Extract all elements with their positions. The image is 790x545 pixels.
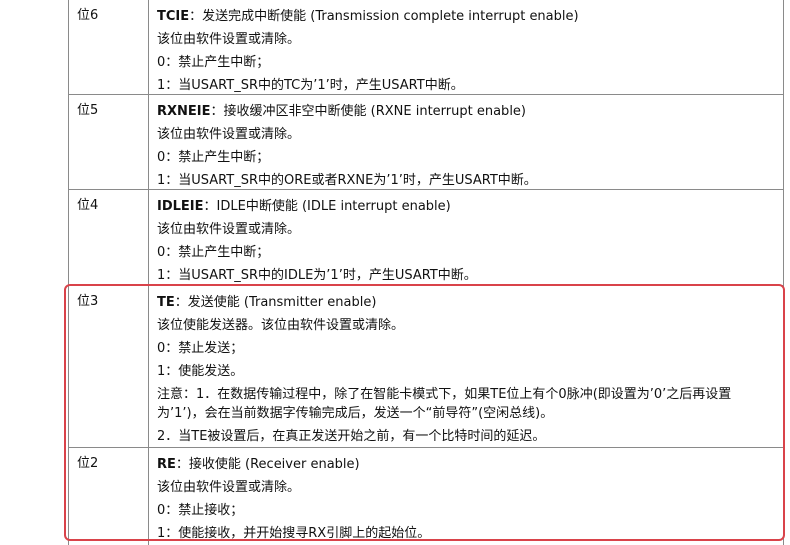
desc-line: 0：禁止产生中断；	[157, 150, 270, 165]
desc-line: 该位由软件设置或清除。	[157, 480, 301, 495]
table-row-bit6: 位6 TCIE：发送完成中断使能 (Transmission complete …	[68, 0, 784, 95]
bit-label: 位4	[77, 198, 99, 213]
desc-line: 1：当USART_SR中的TC为’1’时，产生USART中断。	[157, 78, 464, 93]
desc-line: 0：禁止产生中断；	[157, 245, 270, 260]
bit-description: TCIE：发送完成中断使能 (Transmission complete int…	[157, 5, 777, 97]
bit-title: RXNEIE：接收缓冲区非空中断使能 (RXNE interrupt enabl…	[157, 100, 777, 123]
desc-line: 1：当USART_SR中的ORE或者RXNE为’1’时，产生USART中断。	[157, 173, 537, 188]
bit-title-text: ：IDLE中断使能 (IDLE interrupt enable)	[203, 199, 451, 214]
column-divider	[148, 95, 149, 189]
table-row-bit4: 位4 IDLEIE：IDLE中断使能 (IDLE interrupt enabl…	[68, 190, 784, 286]
desc-line: 该位由软件设置或清除。	[157, 127, 301, 142]
desc-line: 该位由软件设置或清除。	[157, 222, 301, 237]
column-divider	[148, 190, 149, 285]
column-divider	[148, 448, 149, 545]
bit-title: TE：发送使能 (Transmitter enable)	[157, 291, 777, 314]
bit-name: IDLEIE	[157, 199, 204, 214]
bit-label: 位5	[77, 103, 99, 118]
desc-line: 1：使能发送。	[157, 364, 244, 379]
table-row-bit3: 位3 TE：发送使能 (Transmitter enable) 该位使能发送器。…	[68, 286, 784, 448]
bit-label: 位3	[77, 294, 99, 309]
desc-line: 1：当USART_SR中的IDLE为’1’时，产生USART中断。	[157, 268, 477, 283]
note-line: 2．当TE被设置后，在真正发送开始之前，有一个比特时间的延迟。	[157, 429, 546, 444]
bit-name: RXNEIE	[157, 104, 211, 119]
register-bit-table: 位6 TCIE：发送完成中断使能 (Transmission complete …	[68, 0, 784, 545]
bit-description: IDLEIE：IDLE中断使能 (IDLE interrupt enable) …	[157, 195, 777, 287]
desc-line: 1：使能接收，并开始搜寻RX引脚上的起始位。	[157, 526, 431, 541]
bit-name: RE	[157, 457, 176, 472]
bit-title-text: ：发送使能 (Transmitter enable)	[174, 295, 377, 310]
bit-description: TE：发送使能 (Transmitter enable) 该位使能发送器。该位由…	[157, 291, 777, 448]
bit-description: RE：接收使能 (Receiver enable) 该位由软件设置或清除。 0：…	[157, 453, 777, 545]
bit-name: TCIE	[157, 9, 190, 24]
bit-title: IDLEIE：IDLE中断使能 (IDLE interrupt enable)	[157, 195, 777, 218]
bit-title-text: ：接收使能 (Receiver enable)	[175, 457, 360, 472]
desc-line: 0：禁止接收；	[157, 503, 244, 518]
bit-label: 位2	[77, 456, 99, 471]
bit-name: TE	[157, 295, 175, 310]
note-line: 注意：1．在数据传输过程中，除了在智能卡模式下，如果TE位上有个0脉冲(即设置为…	[157, 387, 732, 421]
column-divider	[148, 0, 149, 94]
desc-line: 该位使能发送器。该位由软件设置或清除。	[157, 318, 405, 333]
desc-line: 0：禁止产生中断；	[157, 55, 270, 70]
bit-title-text: ：接收缓冲区非空中断使能 (RXNE interrupt enable)	[210, 104, 526, 119]
desc-line: 该位由软件设置或清除。	[157, 32, 301, 47]
table-row-bit2: 位2 RE：接收使能 (Receiver enable) 该位由软件设置或清除。…	[68, 448, 784, 545]
table-row-bit5: 位5 RXNEIE：接收缓冲区非空中断使能 (RXNE interrupt en…	[68, 95, 784, 190]
bit-label: 位6	[77, 8, 99, 23]
bit-title: TCIE：发送完成中断使能 (Transmission complete int…	[157, 5, 777, 28]
column-divider	[148, 286, 149, 447]
bit-title-text: ：发送完成中断使能 (Transmission complete interru…	[189, 9, 579, 24]
bit-title: RE：接收使能 (Receiver enable)	[157, 453, 777, 476]
bit-description: RXNEIE：接收缓冲区非空中断使能 (RXNE interrupt enabl…	[157, 100, 777, 192]
desc-line: 0：禁止发送；	[157, 341, 244, 356]
